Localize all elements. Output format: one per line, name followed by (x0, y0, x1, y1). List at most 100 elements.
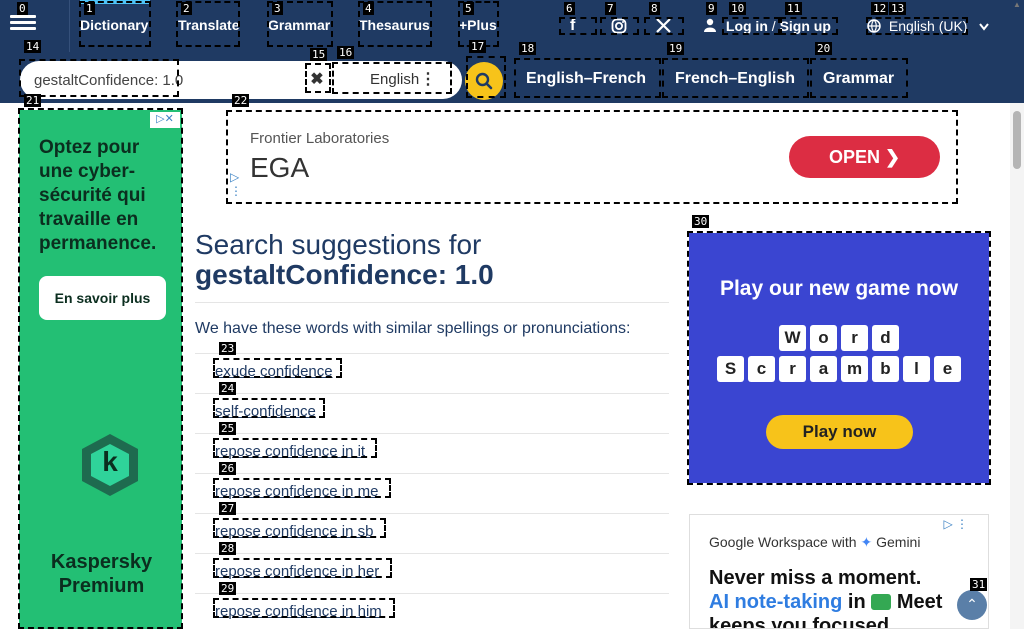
page-title-prefix: Search suggestions for (195, 229, 482, 260)
letter-tile: m (841, 356, 868, 382)
ad-product: EGA (250, 152, 310, 183)
ad-brand: Kaspersky Premium (50, 551, 153, 597)
dictionary-selector[interactable]: English ⋮ (352, 65, 450, 95)
top-banner-ad[interactable]: Frontier Laboratories EGA OPEN ❯ ▷ ⋮ (228, 112, 956, 202)
game-tiles-row-2: Scramble (689, 356, 989, 382)
suggestion-link[interactable]: repose confidence in her (215, 563, 379, 580)
letter-tile: l (903, 356, 930, 382)
quick-link-french-english[interactable]: French–English (675, 70, 795, 88)
workspace-ad-highlight: AI note-taking (709, 591, 843, 613)
back-to-top-button[interactable]: ⌃ (957, 590, 987, 620)
annotation-tag: 25 (219, 422, 237, 435)
chevron-right-icon: ❯ (884, 147, 901, 167)
ad-open-button[interactable]: OPEN ❯ (789, 136, 940, 178)
gemini-icon: ✦ (860, 534, 873, 550)
auth-separator: / (771, 18, 776, 34)
nav-translate[interactable]: Translate (178, 17, 239, 33)
nav-grammar[interactable]: Grammar (268, 17, 330, 33)
quick-link-english-french[interactable]: English–French (526, 70, 646, 88)
word-scramble-ad[interactable]: Play our new game now Word Scramble Play… (689, 233, 989, 483)
annotation-tag: 11 (785, 2, 803, 15)
instagram-icon[interactable] (611, 18, 627, 39)
annotation-tag: 23 (219, 342, 237, 355)
annotation-tag: 17 (469, 40, 487, 53)
suggestion-link[interactable]: repose confidence in me (215, 483, 378, 500)
workspace-ad-headline: Never miss a moment. AI note-taking in M… (709, 566, 988, 629)
workspace-ad-tagline-text: Google Workspace with (709, 534, 857, 550)
kaspersky-logo-icon: k (79, 432, 141, 498)
kaspersky-logo-letter: k (102, 446, 118, 477)
search-icon (475, 72, 493, 90)
game-tiles-row-1: Word (689, 325, 989, 351)
letter-tile: b (872, 356, 899, 382)
scrollbar[interactable] (1010, 103, 1024, 629)
annotation-tag: 30 (692, 215, 710, 228)
annotation-tag: 4 (363, 2, 374, 15)
annotation-tag: 27 (219, 502, 237, 515)
annotation-tag: 18 (519, 42, 537, 55)
nav-thesaurus[interactable]: Thesaurus (359, 17, 430, 33)
workspace-ad[interactable]: ▷ ⋮ Google Workspace with ✦ Gemini Never… (689, 514, 989, 629)
clear-icon[interactable]: ✖ (306, 69, 328, 91)
letter-tile: W (779, 325, 806, 351)
meet-icon (871, 594, 892, 610)
page: Dictionary Translate Grammar Thesaurus +… (0, 0, 1024, 629)
annotation-tag: 10 (729, 2, 747, 15)
globe-icon (867, 18, 885, 34)
suggestion-link[interactable]: repose confidence in sb (215, 523, 373, 540)
annotation-tag: 12 (871, 2, 889, 15)
search-query: gestaltConfidence: 1.0 (195, 259, 494, 290)
user-icon (704, 18, 716, 32)
annotation-tag: 14 (24, 40, 42, 53)
ad-choices-icon[interactable]: ▷✕ (150, 112, 180, 128)
annotation-tag: 7 (605, 2, 616, 15)
scrollbar-thumb[interactable] (1013, 111, 1021, 169)
game-ad-title: Play our new game now (719, 277, 959, 300)
nav-plus[interactable]: +Plus (459, 17, 497, 33)
ad-cta-button[interactable]: En savoir plus (39, 276, 166, 320)
annotation-tag: 9 (706, 2, 717, 15)
annotation-tag: 13 (889, 2, 907, 15)
ad-company: Frontier Laboratories (250, 130, 390, 147)
annotation-tag: 29 (219, 582, 237, 595)
annotation-tag: 8 (649, 2, 660, 15)
meet-label: Meet (896, 591, 943, 613)
language-selector[interactable]: English (UK) (867, 17, 990, 34)
nav-dictionary[interactable]: Dictionary (80, 17, 148, 33)
chevron-up-icon: ⌃ (966, 596, 978, 612)
annotation-tag: 2 (181, 2, 192, 15)
list-item: repose confidence in her (195, 553, 669, 593)
annotation-tag: 3 (272, 2, 283, 15)
list-item: repose confidence in him (195, 593, 669, 629)
menu-icon[interactable] (10, 12, 36, 36)
dictionary-label: English (370, 71, 420, 88)
play-now-button[interactable]: Play now (766, 415, 913, 449)
search-bar: ✖ English ⋮ English–French French–Englis… (0, 52, 1024, 103)
ad-choices-icon[interactable]: ▷ ⋮ (943, 517, 968, 531)
scroll-up-arrow-icon[interactable]: ▲ (1011, 0, 1023, 9)
search-input[interactable] (34, 69, 314, 91)
quick-link-grammar[interactable]: Grammar (823, 70, 894, 88)
annotation-tag: 6 (564, 2, 575, 15)
login-link[interactable]: Log in (726, 18, 768, 34)
annotation-tag: 22 (232, 94, 250, 107)
ad-choices-icon[interactable]: ▷ ⋮ (230, 170, 242, 198)
main-content: Search suggestions for gestaltConfidence… (195, 230, 669, 629)
facebook-icon[interactable]: f (570, 17, 575, 35)
workspace-ad-line-3: keeps you focused. (709, 615, 895, 629)
workspace-ad-line-2: in (847, 591, 866, 613)
search-button[interactable] (465, 62, 503, 100)
suggestions-intro: We have these words with similar spellin… (195, 320, 631, 337)
ad-open-label: OPEN (828, 147, 880, 167)
suggestion-link[interactable]: repose confidence in it (215, 443, 365, 460)
annotation-tag: 15 (310, 48, 328, 61)
suggestion-link[interactable]: self-confidence (215, 403, 316, 420)
x-icon[interactable] (656, 18, 671, 38)
left-ad[interactable]: ▷✕ Optez pour une cyber-sécurité qui tra… (19, 110, 182, 629)
annotation-tag: 1 (84, 2, 95, 15)
annotation-tag: 5 (463, 2, 474, 15)
suggestion-link[interactable]: repose confidence in him (215, 603, 382, 620)
signup-link[interactable]: Sign up (780, 18, 831, 34)
suggestion-link[interactable]: exude confidence (215, 363, 333, 380)
list-item: repose confidence in me (195, 473, 669, 513)
